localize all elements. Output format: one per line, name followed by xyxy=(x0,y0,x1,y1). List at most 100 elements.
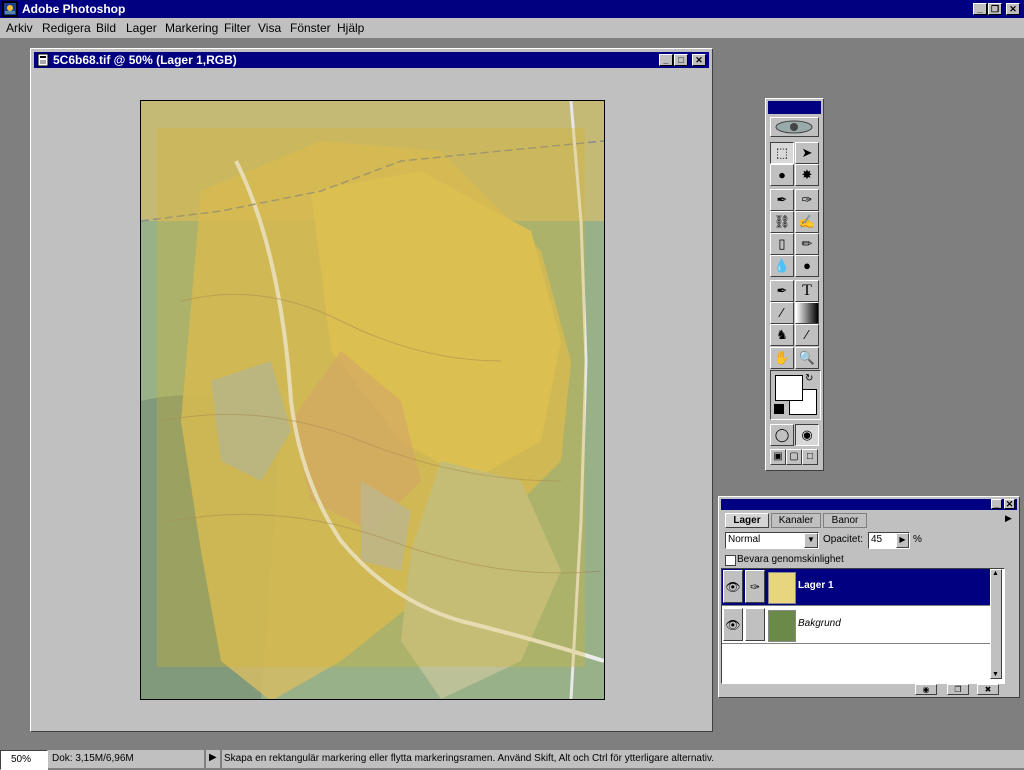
app-title: Adobe Photoshop xyxy=(22,2,126,16)
zoom-value: 50% xyxy=(11,754,32,765)
quick-mask-icon[interactable]: ◉ xyxy=(795,424,819,446)
layer-row-lager-1[interactable]: 👁 ✑ Lager 1 xyxy=(722,569,1002,606)
blend-mode-select[interactable]: Normal ▼ xyxy=(725,532,819,549)
eye-icon xyxy=(775,120,813,134)
menu-bar: Arkiv Redigera Bild Lager Markering Filt… xyxy=(0,18,1024,38)
scroll-down-icon[interactable]: ▼ xyxy=(992,671,999,678)
document-window: 5C6b68.tif @ 50% (Lager 1,RGB) _ □ ✕ xyxy=(30,48,713,732)
menu-bild[interactable]: Bild xyxy=(96,21,116,35)
adobe-eye-logo[interactable] xyxy=(770,117,819,137)
status-hint: Skapa en rektangulär markering eller fly… xyxy=(222,750,1024,768)
toolbox-title-bar[interactable] xyxy=(768,101,821,114)
airbrush-icon[interactable]: ✒ xyxy=(770,189,794,211)
layer-name: Bakgrund xyxy=(798,618,841,629)
doc-size-field: Dok: 3,15M/6,96M xyxy=(48,750,204,768)
gradient-icon[interactable] xyxy=(795,302,819,324)
layers-tabs: Lager Kanaler Banor ▶ xyxy=(723,513,1017,529)
menu-fonster[interactable]: Fönster xyxy=(290,21,331,35)
doc-size: Dok: 3,15M/6,96M xyxy=(52,753,134,764)
blend-mode-value: Normal xyxy=(728,534,761,545)
doc-close-button[interactable]: ✕ xyxy=(692,54,706,66)
opacity-unit: % xyxy=(913,534,922,545)
scroll-up-icon[interactable]: ▲ xyxy=(992,570,999,577)
tab-kanaler[interactable]: Kanaler xyxy=(771,513,821,528)
brush-icon[interactable]: ✑ xyxy=(745,570,765,603)
eye-icon[interactable]: 👁 xyxy=(723,608,743,641)
document-title: 5C6b68.tif @ 50% (Lager 1,RGB) xyxy=(53,53,237,67)
toolbox: ⬚ ➤ ⦁ ✸ ✒ ✑ ⛓ ✍ ▯ ✏ 💧 ● ✒ T ∕ ♞ ∕ ✋ 🔍 ↻ … xyxy=(765,98,824,471)
paint-bucket-icon[interactable]: ♞ xyxy=(770,324,794,346)
eyedropper-icon[interactable]: ∕ xyxy=(795,324,819,346)
layers-scrollbar[interactable]: ▲ ▼ xyxy=(990,569,1002,679)
pen-icon[interactable]: ✒ xyxy=(770,280,794,302)
layers-panel: _ ✕ Lager Kanaler Banor ▶ Normal ▼ Opaci… xyxy=(718,496,1020,698)
menu-markering[interactable]: Markering xyxy=(165,21,218,35)
menu-visa[interactable]: Visa xyxy=(258,21,281,35)
preserve-transparency-checkbox[interactable] xyxy=(725,555,736,566)
layers-title-bar[interactable]: _ ✕ xyxy=(721,499,1017,510)
standard-mode-icon[interactable]: ◯ xyxy=(770,424,794,446)
opacity-input[interactable]: 45 ▶ xyxy=(868,532,910,549)
move-icon[interactable]: ➤ xyxy=(795,142,819,164)
menu-redigera[interactable]: Redigera xyxy=(42,21,91,35)
layers-minimize-button[interactable]: _ xyxy=(991,499,1002,509)
layer-thumbnail xyxy=(768,610,796,642)
map-artwork xyxy=(141,101,604,699)
pencil-icon[interactable]: ✏ xyxy=(795,233,819,255)
smudge-icon[interactable]: ✍ xyxy=(795,211,819,233)
photoshop-app-icon[interactable] xyxy=(2,1,18,17)
full-screen-icon[interactable]: □ xyxy=(802,449,818,465)
link-placeholder[interactable] xyxy=(745,608,765,641)
color-swatches: ↻ xyxy=(770,370,821,420)
blur-icon[interactable]: 💧 xyxy=(770,255,794,277)
lasso-icon[interactable]: ⦁ xyxy=(770,164,794,186)
app-title-bar: Adobe Photoshop _ ❐ ✕ xyxy=(0,0,1024,18)
layers-close-button[interactable]: ✕ xyxy=(1004,499,1015,509)
trash-icon[interactable]: ✖ xyxy=(977,684,999,695)
rubber-stamp-icon[interactable]: ⛓ xyxy=(770,211,794,233)
layer-thumbnail xyxy=(768,572,796,604)
opacity-arrow-icon[interactable]: ▶ xyxy=(896,533,909,548)
tab-lager[interactable]: Lager xyxy=(725,513,769,528)
panel-menu-arrow-icon[interactable]: ▶ xyxy=(1005,513,1016,527)
layer-row-bakgrund[interactable]: 👁 Bakgrund xyxy=(722,607,1002,644)
opacity-value: 45 xyxy=(871,534,883,545)
zoom-icon[interactable]: 🔍 xyxy=(795,347,819,369)
eye-icon[interactable]: 👁 xyxy=(723,570,743,603)
hand-icon[interactable]: ✋ xyxy=(770,347,794,369)
paintbrush-icon[interactable]: ✑ xyxy=(795,189,819,211)
magic-wand-icon[interactable]: ✸ xyxy=(795,164,819,186)
doc-minimize-button[interactable]: _ xyxy=(659,54,673,66)
canvas-image[interactable] xyxy=(140,100,605,700)
marquee-icon[interactable]: ⬚ xyxy=(770,142,794,164)
line-icon[interactable]: ∕ xyxy=(770,302,794,324)
preserve-transparency-label: Bevara genomskinlighet xyxy=(737,554,844,565)
menu-arkiv[interactable]: Arkiv xyxy=(6,21,33,35)
layer-name: Lager 1 xyxy=(798,580,834,591)
doc-maximize-button[interactable]: □ xyxy=(674,54,688,66)
full-screen-menu-icon[interactable]: ▢ xyxy=(786,449,802,465)
swap-colors-icon[interactable]: ↻ xyxy=(805,373,813,384)
close-button[interactable]: ✕ xyxy=(1006,3,1020,15)
new-layer-button[interactable]: ❐ xyxy=(947,684,969,695)
eraser-icon[interactable]: ▯ xyxy=(770,233,794,255)
menu-lager[interactable]: Lager xyxy=(126,21,157,35)
type-icon[interactable]: T xyxy=(795,280,819,302)
zoom-field[interactable]: 50% xyxy=(0,750,48,770)
restore-button[interactable]: ❐ xyxy=(988,3,1002,15)
default-colors-icon[interactable] xyxy=(774,404,784,414)
chevron-down-icon[interactable]: ▼ xyxy=(804,533,818,548)
document-icon[interactable] xyxy=(36,53,50,67)
dodge-icon[interactable]: ● xyxy=(795,255,819,277)
menu-hjalp[interactable]: Hjälp xyxy=(337,21,364,35)
layer-mask-button[interactable]: ◉ xyxy=(915,684,937,695)
foreground-color-swatch[interactable] xyxy=(775,375,803,401)
minimize-button[interactable]: _ xyxy=(973,3,987,15)
standard-screen-icon[interactable]: ▣ xyxy=(770,449,786,465)
document-title-bar[interactable]: 5C6b68.tif @ 50% (Lager 1,RGB) _ □ ✕ xyxy=(34,52,709,68)
menu-filter[interactable]: Filter xyxy=(224,21,251,35)
status-arrow-icon[interactable]: ▶ xyxy=(206,750,220,768)
play-icon: ▶ xyxy=(209,752,217,763)
tab-banor[interactable]: Banor xyxy=(823,513,867,528)
layers-list: 👁 ✑ Lager 1 👁 Bakgrund ▲ ▼ xyxy=(721,568,1005,684)
